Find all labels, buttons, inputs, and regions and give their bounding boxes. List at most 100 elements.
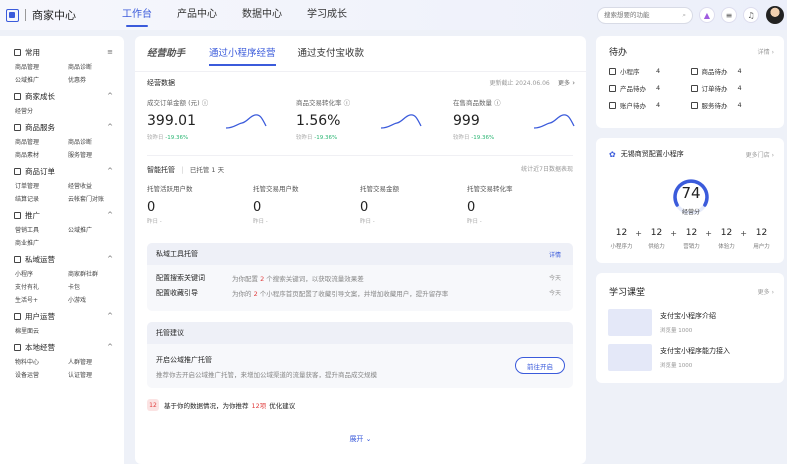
- suggest-item-title: 开启公域推广托管: [156, 356, 212, 364]
- sidebar-item[interactable]: 商品诊断: [68, 137, 121, 146]
- sidebar-item[interactable]: 商家群社群: [68, 269, 121, 278]
- sidebar-item[interactable]: 生活号+: [15, 295, 68, 304]
- chevron-up-icon[interactable]: ^: [107, 312, 113, 320]
- smart-metric[interactable]: 托管交易金额 0 昨日 -: [360, 183, 399, 225]
- ai-assistant-icon[interactable]: ▲: [699, 7, 715, 23]
- course-item[interactable]: 支付宝小程序介绍 浏览量 1000: [608, 309, 784, 336]
- sidebar-section-2[interactable]: 商品服务 ^: [14, 120, 124, 134]
- todo-detail-link[interactable]: 详情: [758, 49, 770, 56]
- sidebar-item[interactable]: 认证管理: [68, 370, 121, 379]
- nav-products[interactable]: 产品中心: [177, 0, 217, 30]
- sidebar-item[interactable]: 经营收益: [68, 181, 121, 190]
- score-part[interactable]: 12 体验力 +: [709, 228, 747, 250]
- sidebar-item[interactable]: 优惠券: [68, 75, 121, 84]
- sidebar-item[interactable]: 卡包: [68, 282, 121, 291]
- chevron-right-icon[interactable]: ›: [772, 152, 774, 159]
- sidebar-item[interactable]: 经营分: [15, 106, 68, 115]
- info-icon[interactable]: ⓘ: [344, 99, 351, 107]
- sidebar-item[interactable]: 公域推广: [15, 75, 68, 84]
- chevron-up-icon[interactable]: ^: [107, 123, 113, 131]
- sidebar-section-5[interactable]: 私域运营 ^: [14, 252, 124, 266]
- chevron-up-icon[interactable]: ^: [107, 167, 113, 175]
- sidebar-item[interactable]: 小游戏: [68, 295, 121, 304]
- private-tools-detail-link[interactable]: 详情: [549, 250, 561, 259]
- logo[interactable]: 商家中心: [6, 7, 76, 23]
- chevron-right-icon[interactable]: ›: [772, 49, 774, 56]
- tool-row[interactable]: 配置搜索关键词 为你配置 2 个搜索关键词，以获取流量效果差 今天: [147, 270, 573, 285]
- biz-data-header: 经营数据 更新截止 2024.06.06 更多 ›: [147, 78, 575, 88]
- sidebar-item[interactable]: 订单管理: [15, 181, 68, 190]
- sidebar-item[interactable]: 小程序: [15, 269, 68, 278]
- search-box[interactable]: ⌕: [597, 6, 693, 24]
- sidebar-section-1[interactable]: 商家成长 ^: [14, 89, 124, 103]
- sidebar-item[interactable]: 商业推广: [15, 238, 68, 247]
- metric-value: 999: [453, 113, 480, 129]
- course-item[interactable]: 支付宝小程序能力接入 浏览量 1000: [608, 344, 784, 371]
- sidebar-item[interactable]: 商品管理: [15, 62, 68, 71]
- expand-toggle[interactable]: 展开 ⌄: [135, 434, 586, 444]
- metric-conversion-rate[interactable]: 商品交易转化率 ⓘ 1.56% 较昨日 -19.36%: [296, 97, 350, 141]
- chevron-right-icon[interactable]: ›: [572, 79, 575, 87]
- go-enable-button[interactable]: 前往开启: [515, 357, 565, 374]
- sidebar-item[interactable]: 设备运营: [15, 370, 68, 379]
- sidebar-item[interactable]: 商品管理: [15, 137, 68, 146]
- chevron-right-icon[interactable]: ›: [772, 289, 774, 296]
- biz-data-more[interactable]: 更多: [558, 80, 570, 87]
- metric-products-on-sale[interactable]: 在售商品数量 ⓘ 999 较昨日 -19.36%: [453, 97, 501, 141]
- sidebar-section-6[interactable]: 用户运营 ^: [14, 309, 124, 323]
- sidebar-item[interactable]: 云帐套门对账: [68, 194, 121, 203]
- sidebar-section-4[interactable]: 推广 ^: [14, 208, 124, 222]
- sidebar-item[interactable]: 公域推广: [68, 225, 121, 234]
- sidebar-item[interactable]: 物料中心: [15, 357, 68, 366]
- tool-row[interactable]: 配置收藏引导 为你的 2 个小程序首页配置了收藏引导文案，并增加收藏用户，提升留…: [147, 285, 573, 300]
- chevron-up-icon[interactable]: ^: [107, 343, 113, 351]
- sidebar-item[interactable]: 商品诊断: [68, 62, 121, 71]
- bell-icon[interactable]: ♫: [743, 7, 759, 23]
- metric-order-amount[interactable]: 成交订单金额 (元) ⓘ 399.01 较昨日 -19.36%: [147, 97, 208, 141]
- info-icon[interactable]: ⓘ: [202, 99, 209, 107]
- score-part[interactable]: 12 营销力 +: [674, 228, 712, 250]
- more-stores-link[interactable]: 更多门店: [746, 152, 770, 159]
- sidebar-item[interactable]: 营销工具: [15, 225, 68, 234]
- menu-icon[interactable]: ≡: [107, 48, 113, 56]
- smart-metric-label: 托管交易转化率: [467, 185, 513, 193]
- tab-alipay-collect[interactable]: 通过支付宝收款: [298, 36, 365, 72]
- tab-miniprogram[interactable]: 通过小程序经营: [209, 36, 276, 72]
- sidebar-item[interactable]: 结算记录: [15, 194, 68, 203]
- learn-more-link[interactable]: 更多: [758, 289, 770, 296]
- search-input[interactable]: [604, 11, 683, 19]
- sidebar-item[interactable]: 支付有礼: [15, 282, 68, 291]
- smart-metric[interactable]: 托管交易用户数 0 昨日 -: [253, 183, 299, 225]
- avatar[interactable]: [766, 6, 784, 24]
- menu-icon[interactable]: ≡: [721, 7, 737, 23]
- learn-title: 学习课堂: [609, 287, 646, 298]
- smart-metric[interactable]: 托管活跃用户数 0 昨日 -: [147, 183, 193, 225]
- nav-learning[interactable]: 学习成长: [307, 0, 347, 30]
- smart-metric[interactable]: 托管交易转化率 0 昨日 -: [467, 183, 513, 225]
- todo-item[interactable]: 产品待办 4: [609, 83, 691, 93]
- score-part[interactable]: 12 供给力 +: [639, 228, 677, 250]
- sidebar-section-3[interactable]: 商品订单 ^: [14, 164, 124, 178]
- chevron-up-icon[interactable]: ^: [107, 92, 113, 100]
- info-icon[interactable]: ⓘ: [494, 99, 501, 107]
- optimization-tip[interactable]: 12 基于你的数据情况，为你推荐 12项 优化建议: [147, 399, 295, 411]
- nav-data[interactable]: 数据中心: [242, 0, 282, 30]
- sidebar-item[interactable]: 棉里面云: [15, 326, 68, 335]
- todo-item[interactable]: 小程序 4: [609, 66, 691, 76]
- todo-item[interactable]: 账户待办 4: [609, 100, 691, 110]
- nav-workbench[interactable]: 工作台: [122, 0, 152, 30]
- sidebar-item[interactable]: 服务管理: [68, 150, 121, 159]
- score-part[interactable]: 12 用户力: [744, 228, 779, 250]
- todo-item[interactable]: 服务待办 4: [690, 100, 773, 110]
- sidebar-item[interactable]: 人群管理: [68, 357, 121, 366]
- sidebar-section-7[interactable]: 本地经营 ^: [14, 340, 124, 354]
- chevron-up-icon[interactable]: ^: [107, 255, 113, 263]
- todo-item[interactable]: 订单待办 4: [690, 83, 773, 93]
- todo-item[interactable]: 商品待办 4: [690, 66, 773, 76]
- sidebar-section-items: 经营分: [15, 106, 124, 115]
- sidebar-item[interactable]: 商品素材: [15, 150, 68, 159]
- chevron-up-icon[interactable]: ^: [107, 211, 113, 219]
- sidebar-section-0[interactable]: 常用 ≡: [14, 45, 124, 59]
- tab-assistant[interactable]: 经营助手: [147, 36, 185, 72]
- score-part[interactable]: 12 小程序力 +: [604, 228, 642, 250]
